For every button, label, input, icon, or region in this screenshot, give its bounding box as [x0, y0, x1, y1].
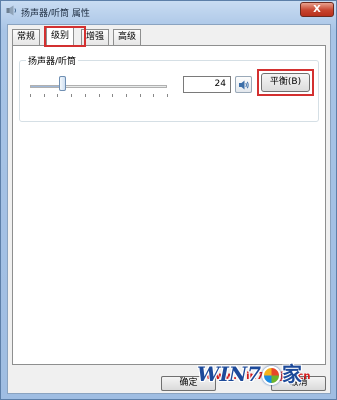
close-icon: X — [313, 4, 321, 15]
slider-tick — [43, 94, 45, 97]
speaker-icon — [239, 80, 249, 90]
volume-slider-track[interactable] — [30, 85, 167, 88]
slider-tick — [84, 94, 86, 97]
speaker-app-icon — [6, 5, 17, 16]
windows-orb-icon — [262, 366, 282, 385]
window-title: 扬声器/听筒 属性 — [21, 9, 90, 19]
speaker-level-group: 扬声器/听筒 24 平衡(B) — [19, 54, 319, 122]
slider-tick — [98, 94, 100, 97]
slider-tick — [57, 94, 59, 97]
properties-window: 扬声器/听筒 属性 X 常规 级别 增强 高级 扬声器/听筒 24 平衡(B) … — [0, 0, 337, 400]
dialog-body: 常规 级别 增强 高级 扬声器/听筒 24 平衡(B) www.win7zhij… — [7, 24, 331, 394]
tab-advanced[interactable]: 高级 — [113, 29, 142, 45]
group-label: 扬声器/听筒 — [26, 54, 79, 67]
levels-panel: 扬声器/听筒 24 平衡(B) — [12, 45, 326, 365]
slider-tick — [112, 94, 114, 97]
watermark-logo-prefix: WIN — [197, 362, 248, 386]
slider-tick — [125, 94, 127, 97]
close-button[interactable]: X — [300, 2, 334, 17]
slider-tick — [139, 94, 141, 97]
volume-value-field[interactable]: 24 — [183, 76, 231, 93]
slider-tick — [153, 94, 155, 97]
watermark-logo: WIN7 家 — [197, 358, 302, 386]
tab-general[interactable]: 常规 — [12, 29, 41, 45]
slider-tick — [71, 94, 73, 97]
slider-tick — [30, 94, 31, 97]
slider-tick — [167, 94, 168, 97]
watermark-logo-seven: 7 — [247, 362, 262, 386]
title-bar[interactable]: 扬声器/听筒 属性 X — [1, 1, 337, 21]
tab-enhancements[interactable]: 增强 — [81, 29, 110, 45]
balance-button[interactable]: 平衡(B) — [261, 73, 310, 92]
watermark-logo-suffix: 家 — [282, 362, 303, 386]
tab-levels[interactable]: 级别 — [46, 27, 75, 46]
mute-button[interactable] — [235, 76, 252, 93]
volume-slider-thumb[interactable] — [59, 76, 67, 91]
